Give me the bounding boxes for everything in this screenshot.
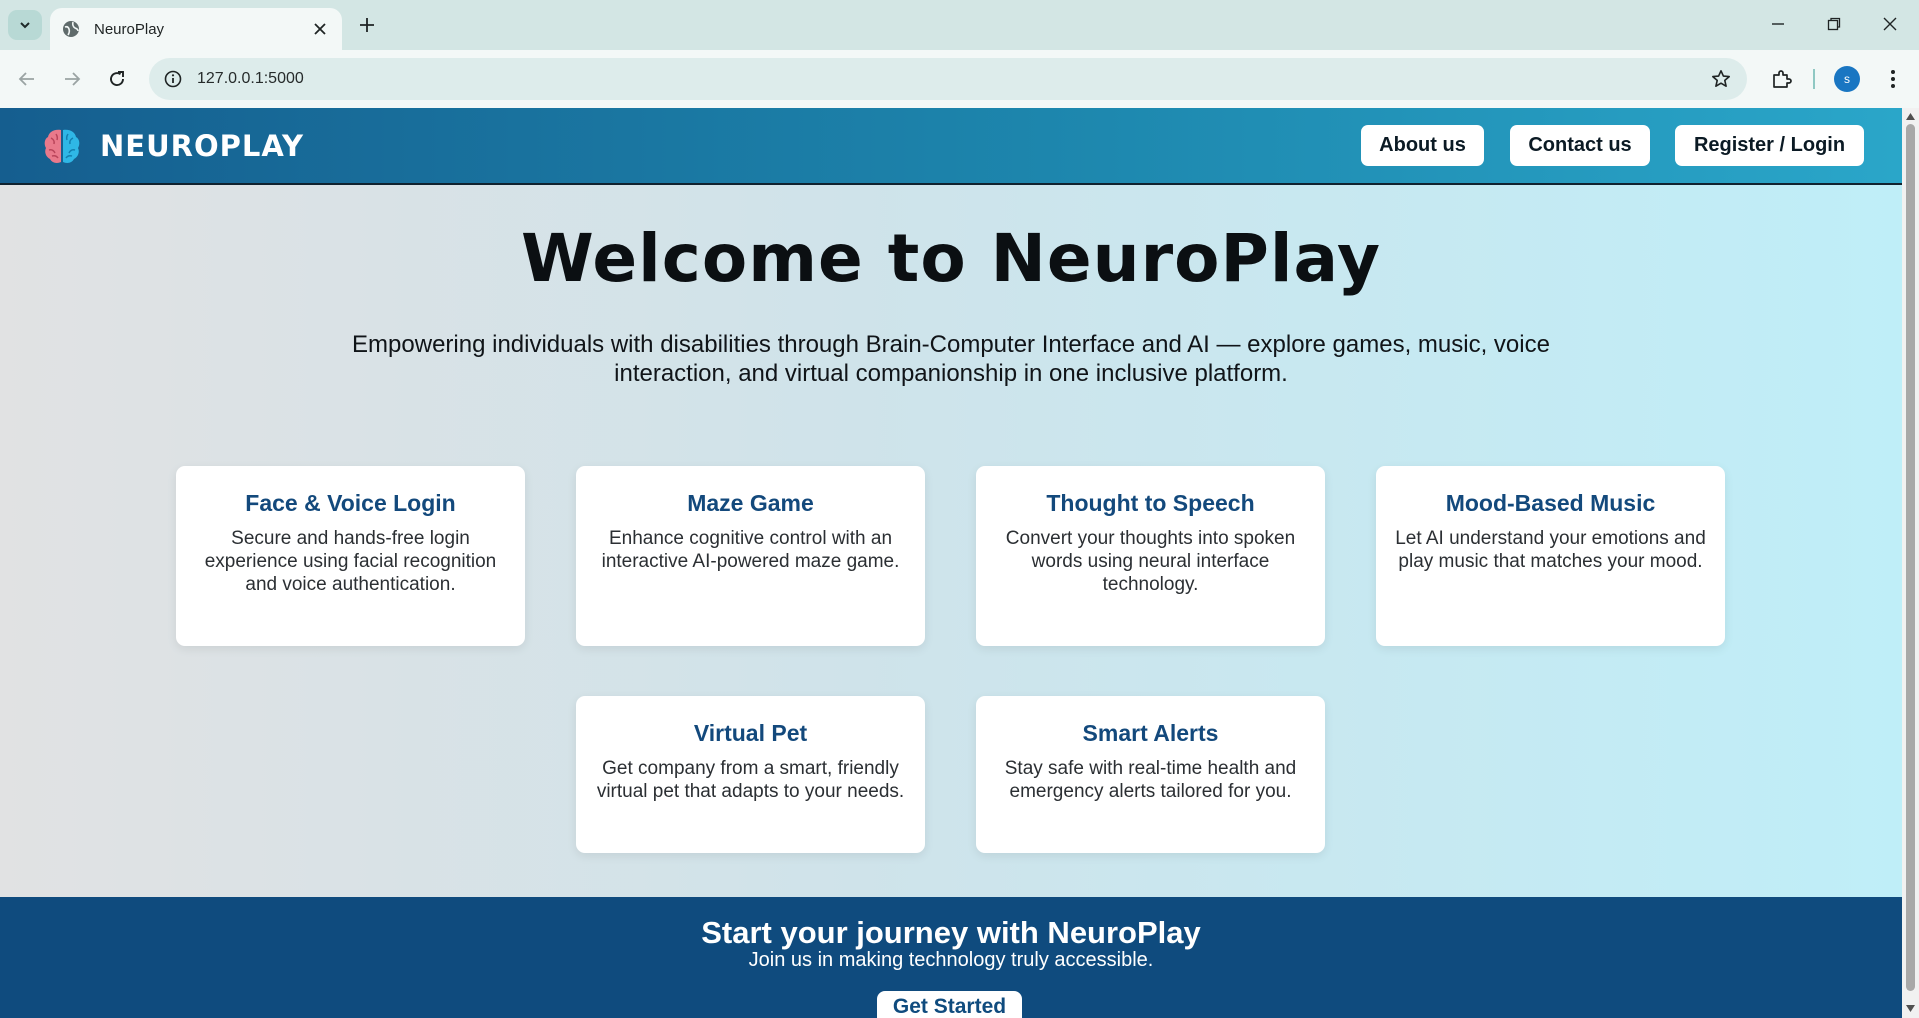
url-text[interactable]: 127.0.0.1:5000: [197, 70, 304, 88]
reload-button[interactable]: [101, 63, 133, 95]
get-started-button[interactable]: Get Started: [877, 991, 1022, 1018]
minimize-icon: [1772, 23, 1784, 25]
feature-card-title: Face & Voice Login: [245, 490, 456, 516]
feature-card-mood-based-music[interactable]: Mood-Based Music Let AI understand your …: [1376, 466, 1725, 646]
tab-title: NeuroPlay: [94, 20, 165, 38]
feature-card-title: Smart Alerts: [1082, 720, 1219, 746]
hero-title: Welcome to NeuroPlay: [520, 220, 1382, 297]
cta-title: Start your journey with NeuroPlay: [701, 915, 1201, 950]
extensions-button[interactable]: [1766, 63, 1798, 95]
plus-icon: [360, 18, 374, 32]
browser-menu-button[interactable]: [1878, 63, 1908, 95]
scroll-down-arrow-icon[interactable]: [1905, 1003, 1916, 1014]
feature-card-title: Maze Game: [687, 490, 814, 516]
close-window-button[interactable]: [1870, 8, 1910, 40]
site-info-icon[interactable]: [161, 67, 185, 91]
reload-icon: [110, 71, 124, 86]
toolbar-divider: [1813, 69, 1815, 89]
browser-tabstrip: NeuroPlay: [0, 0, 1919, 50]
address-bar[interactable]: 127.0.0.1:5000: [149, 58, 1747, 100]
forward-button[interactable]: [56, 63, 88, 95]
puzzle-icon: [1773, 70, 1792, 88]
brand-name: NEUROPLAY: [100, 129, 305, 163]
about-us-button[interactable]: About us: [1361, 125, 1484, 166]
feature-card-title: Thought to Speech: [1046, 490, 1255, 516]
feature-card-title: Virtual Pet: [693, 720, 808, 746]
feature-card-text: Stay safe with real-time health and emer…: [1004, 758, 1297, 802]
browser-toolbar: 127.0.0.1:5000 s: [0, 50, 1919, 108]
page-scrollbar[interactable]: [1902, 108, 1919, 1018]
feature-card-text: Let AI understand your emotions and play…: [1395, 528, 1706, 572]
restore-icon: [1827, 17, 1841, 31]
browser-tab[interactable]: NeuroPlay: [50, 8, 342, 50]
globe-icon: [62, 20, 80, 38]
feature-card-title: Mood-Based Music: [1445, 490, 1656, 516]
brain-icon: [44, 129, 80, 163]
register-login-button[interactable]: Register / Login: [1675, 125, 1864, 166]
feature-card-face-voice-login[interactable]: Face & Voice Login Secure and hands-free…: [176, 466, 525, 646]
feature-card-virtual-pet[interactable]: Virtual Pet Get company from a smart, fr…: [576, 696, 925, 853]
minimize-button[interactable]: [1758, 8, 1798, 40]
feature-card-text: Get company from a smart, friendly virtu…: [596, 758, 905, 802]
scrollbar-thumb[interactable]: [1906, 124, 1915, 991]
cta-section: Start your journey with NeuroPlay Join u…: [0, 897, 1902, 1018]
feature-card-text: Enhance cognitive control with an intera…: [601, 528, 900, 572]
feature-card-maze-game[interactable]: Maze Game Enhance cognitive control with…: [576, 466, 925, 646]
hero-subtitle: Empowering individuals with disabilities…: [352, 331, 1550, 387]
restore-button[interactable]: [1814, 8, 1854, 40]
close-tab-icon[interactable]: [310, 19, 330, 39]
new-tab-button[interactable]: [354, 12, 380, 38]
scroll-up-arrow-icon[interactable]: [1905, 111, 1916, 122]
feature-card-thought-to-speech[interactable]: Thought to Speech Convert your thoughts …: [976, 466, 1325, 646]
site-header: NEUROPLAY About us Contact us Register /…: [0, 108, 1902, 185]
more-vertical-icon: [1891, 70, 1895, 88]
cta-subtitle: Join us in making technology truly acces…: [748, 949, 1154, 971]
feature-card-smart-alerts[interactable]: Smart Alerts Stay safe with real-time he…: [976, 696, 1325, 853]
tab-search-button[interactable]: [8, 10, 42, 40]
feature-card-text: Secure and hands-free login experience u…: [204, 528, 497, 595]
page-viewport: NEUROPLAY About us Contact us Register /…: [0, 108, 1902, 1018]
site-logo[interactable]: NEUROPLAY: [42, 126, 304, 166]
back-button[interactable]: [11, 63, 43, 95]
close-icon: [1883, 17, 1897, 31]
arrow-left-icon: [18, 72, 34, 86]
arrow-right-icon: [65, 72, 81, 86]
profile-avatar[interactable]: s: [1834, 66, 1860, 92]
feature-card-text: Convert your thoughts into spoken words …: [1005, 528, 1296, 595]
bookmark-star-icon[interactable]: [1709, 67, 1733, 91]
contact-us-button[interactable]: Contact us: [1510, 125, 1650, 166]
chevron-down-icon: [20, 22, 30, 29]
